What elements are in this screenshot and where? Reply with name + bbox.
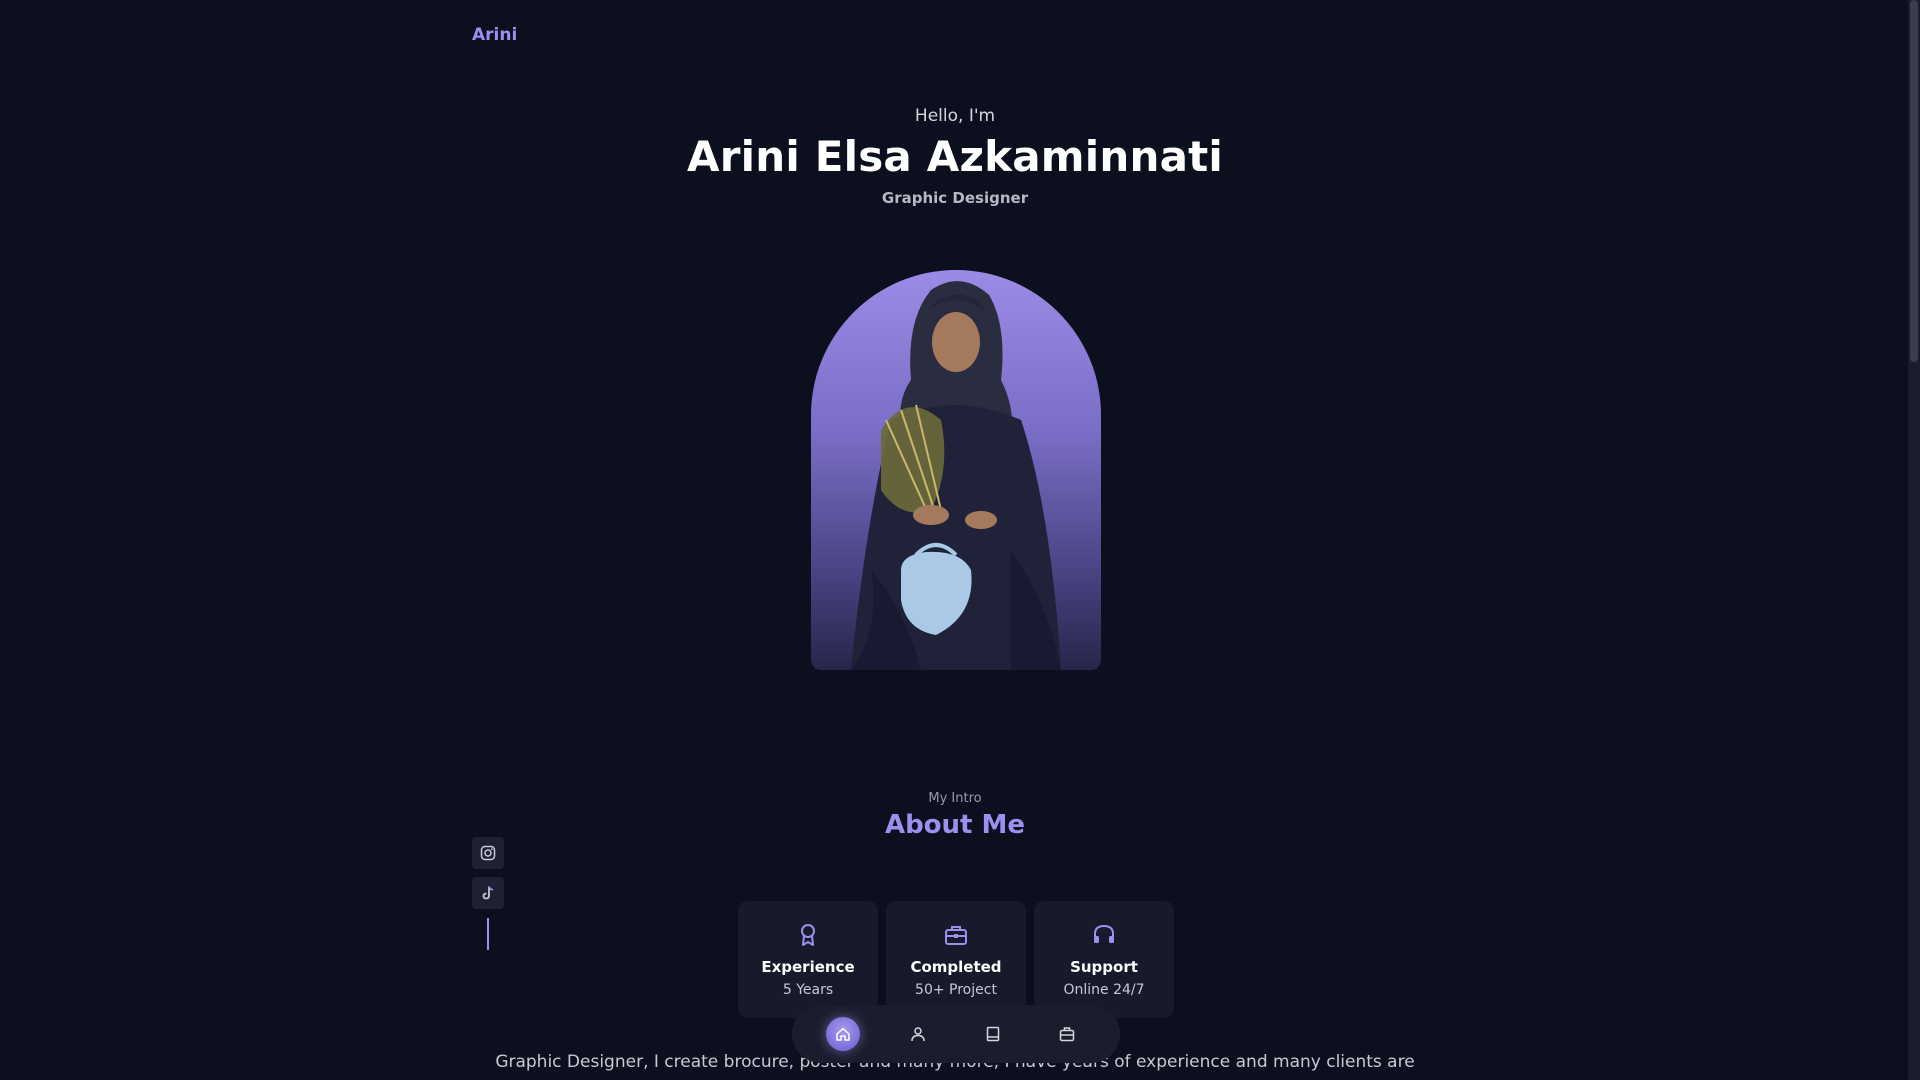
about-title: About Me (884, 810, 1026, 840)
social-divider (487, 918, 489, 950)
about-label: My Intro (928, 791, 982, 806)
briefcase-icon (1059, 1027, 1075, 1042)
card-experience: Experience 5 Years (738, 901, 878, 1018)
nav-work[interactable] (1050, 1017, 1084, 1051)
card-title: Experience (761, 958, 855, 976)
bottom-nav (792, 1005, 1120, 1063)
scrollbar-thumb[interactable] (1910, 0, 1918, 362)
headset-icon (1094, 924, 1114, 943)
card-subtitle: Online 24/7 (1063, 982, 1145, 998)
user-icon (911, 1027, 925, 1042)
hero-role: Graphic Designer (881, 189, 1029, 207)
profile-figure (851, 281, 1061, 670)
scrollbar[interactable] (1908, 0, 1920, 1080)
nav-home[interactable] (826, 1017, 860, 1051)
instagram-icon (480, 845, 496, 861)
nav-portfolio[interactable] (976, 1017, 1010, 1051)
instagram-link[interactable] (472, 837, 504, 869)
card-completed: Completed 50+ Project (886, 901, 1026, 1018)
logo-link[interactable]: Arini (472, 25, 517, 45)
home-icon (836, 1027, 850, 1041)
card-support: Support Online 24/7 (1034, 901, 1174, 1018)
briefcase-icon (945, 926, 967, 945)
card-title: Support (1070, 958, 1138, 976)
hero-greeting: Hello, I'm (914, 106, 996, 126)
book-icon (986, 1026, 1000, 1042)
award-icon (801, 924, 815, 946)
page: Arini Hello, I'm Arini Elsa Azkaminnati … (0, 0, 1920, 1080)
tiktok-icon (482, 886, 494, 900)
nav-about[interactable] (901, 1017, 935, 1051)
card-subtitle: 50+ Project (915, 982, 997, 998)
tiktok-link[interactable] (472, 877, 504, 909)
profile-photo (811, 270, 1101, 670)
hero-name: Arini Elsa Azkaminnati (687, 132, 1223, 181)
card-title: Completed (910, 958, 1002, 976)
card-subtitle: 5 Years (782, 982, 834, 998)
